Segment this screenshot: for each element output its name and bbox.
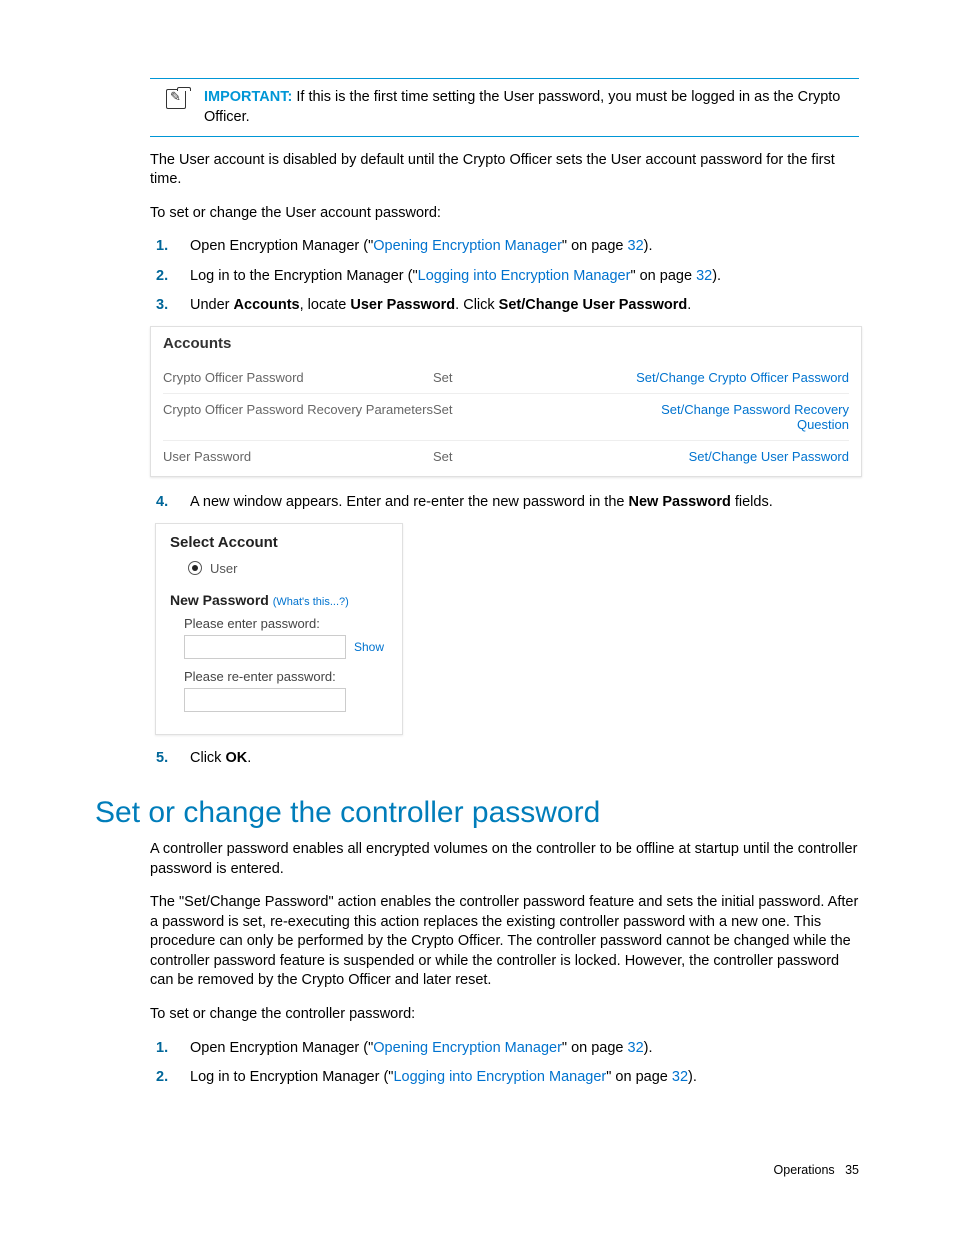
link-opening-manager[interactable]: Opening Encryption Manager <box>373 1040 562 1056</box>
step-4: A new window appears. Enter and re-enter… <box>190 493 859 513</box>
intro-paragraph-2: To set or change the User account passwo… <box>150 204 859 224</box>
reenter-password-label: Please re-enter password: <box>170 669 388 684</box>
step-b1: Open Encryption Manager ("Opening Encryp… <box>190 1039 859 1059</box>
account-name: Crypto Officer Password <box>163 370 433 385</box>
link-opening-manager[interactable]: Opening Encryption Manager <box>373 238 562 254</box>
radio-user[interactable]: User <box>170 559 388 588</box>
step-2: Log in to the Encryption Manager ("Loggi… <box>190 267 859 287</box>
important-callout: IMPORTANT: If this is the first time set… <box>150 78 859 137</box>
accounts-heading: Accounts <box>163 335 849 352</box>
enter-password-label: Please enter password: <box>170 616 388 631</box>
select-account-screenshot: Select Account User New Password (What's… <box>155 523 403 735</box>
password-input[interactable] <box>184 635 346 659</box>
note-icon <box>166 89 186 109</box>
page-ref[interactable]: 32 <box>628 238 644 254</box>
important-text: If this is the first time setting the Us… <box>204 89 840 125</box>
account-action-link[interactable]: Set/Change User Password <box>613 449 849 464</box>
intro-paragraph-1: The User account is disabled by default … <box>150 151 859 190</box>
radio-icon <box>188 561 202 575</box>
select-account-heading: Select Account <box>170 534 388 551</box>
table-row: Crypto Officer Password Recovery Paramet… <box>163 394 849 441</box>
step-1: Open Encryption Manager ("Opening Encryp… <box>190 237 859 257</box>
table-row: User Password Set Set/Change User Passwo… <box>163 441 849 472</box>
section-heading: Set or change the controller password <box>95 796 859 830</box>
account-name: User Password <box>163 449 433 464</box>
page-ref[interactable]: 32 <box>628 1040 644 1056</box>
account-action-link[interactable]: Set/Change Password Recovery Question <box>613 402 849 432</box>
steps-list-a: Open Encryption Manager ("Opening Encryp… <box>150 237 859 316</box>
accounts-screenshot: Accounts Crypto Officer Password Set Set… <box>150 326 862 477</box>
account-status: Set <box>433 402 613 417</box>
important-label: IMPORTANT: <box>204 89 292 105</box>
page-ref[interactable]: 32 <box>696 268 712 284</box>
footer-label: Operations <box>774 1163 835 1177</box>
whats-this-link[interactable]: (What's this...?) <box>273 596 349 608</box>
table-row: Crypto Officer Password Set Set/Change C… <box>163 362 849 394</box>
page-ref[interactable]: 32 <box>672 1069 688 1085</box>
new-password-heading: New Password <box>170 592 269 608</box>
page-footer: Operations 35 <box>774 1163 859 1177</box>
ctrl-paragraph-3: To set or change the controller password… <box>150 1005 859 1025</box>
account-status: Set <box>433 449 613 464</box>
steps-list-a-cont: A new window appears. Enter and re-enter… <box>150 493 859 513</box>
password-confirm-input[interactable] <box>184 688 346 712</box>
ctrl-paragraph-1: A controller password enables all encryp… <box>150 840 859 879</box>
steps-list-b: Open Encryption Manager ("Opening Encryp… <box>150 1039 859 1088</box>
step-3: Under Accounts, locate User Password. Cl… <box>190 296 859 316</box>
step-b2: Log in to Encryption Manager ("Logging i… <box>190 1068 859 1088</box>
link-logging-in[interactable]: Logging into Encryption Manager <box>393 1069 606 1085</box>
step-5: Click OK. <box>190 749 859 769</box>
account-action-link[interactable]: Set/Change Crypto Officer Password <box>613 370 849 385</box>
show-link[interactable]: Show <box>354 640 384 654</box>
account-status: Set <box>433 370 613 385</box>
radio-label: User <box>210 561 237 576</box>
footer-page: 35 <box>845 1163 859 1177</box>
link-logging-in[interactable]: Logging into Encryption Manager <box>418 268 631 284</box>
ctrl-paragraph-2: The "Set/Change Password" action enables… <box>150 893 859 991</box>
account-name: Crypto Officer Password Recovery Paramet… <box>163 402 433 417</box>
steps-list-a-cont2: Click OK. <box>150 749 859 769</box>
